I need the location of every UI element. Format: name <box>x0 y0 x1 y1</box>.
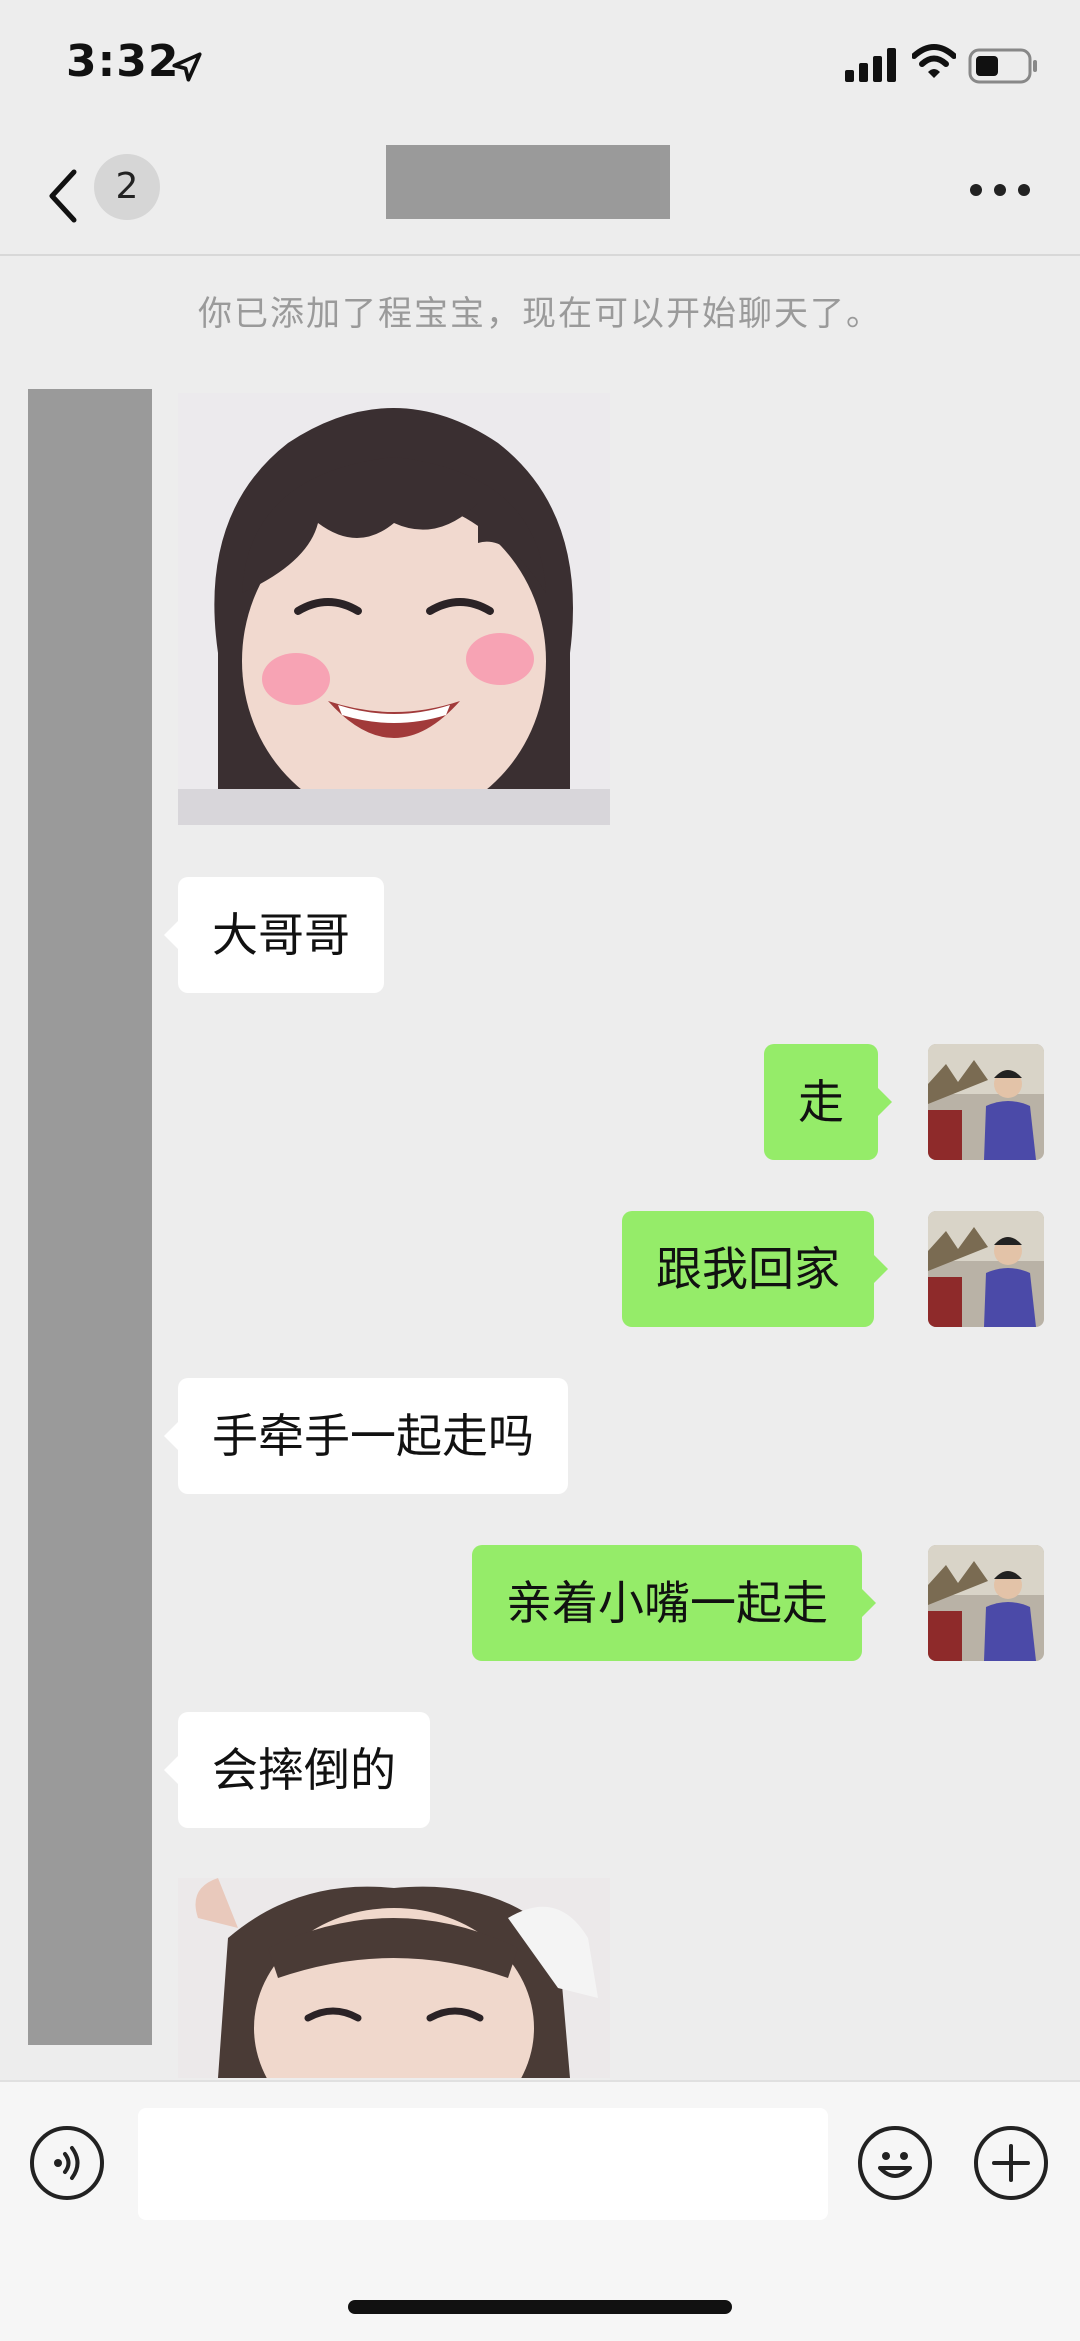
home-indicator[interactable] <box>348 2300 732 2314</box>
message-text: 会摔倒的 <box>212 1743 396 1797</box>
message-text: 亲着小嘴一起走 <box>506 1576 828 1630</box>
message-text: 手牵手一起走吗 <box>212 1409 534 1463</box>
message-text: 大哥哥 <box>212 908 350 962</box>
emoji-button[interactable] <box>858 2126 932 2200</box>
location-arrow-icon <box>172 52 202 82</box>
my-avatar[interactable] <box>928 1044 1044 1160</box>
my-avatar[interactable] <box>928 1545 1044 1661</box>
back-chevron-icon[interactable] <box>40 164 90 228</box>
message-text: 走 <box>798 1075 844 1129</box>
message-text: 跟我回家 <box>656 1242 840 1296</box>
avatar-photo-icon <box>928 1044 1044 1160</box>
incoming-message[interactable]: 手牵手一起走吗 <box>164 1378 568 1494</box>
system-message: 你已添加了程宝宝，现在可以开始聊天了。 <box>198 294 882 334</box>
voice-icon <box>54 2146 80 2180</box>
smiling-child-photo-icon <box>178 393 610 825</box>
more-icon[interactable] <box>970 180 1030 200</box>
plus-icon <box>992 2144 1030 2182</box>
emoji-icon <box>878 2152 912 2178</box>
outgoing-message[interactable]: 走 <box>764 1044 892 1160</box>
my-avatar[interactable] <box>928 1211 1044 1327</box>
unread-badge[interactable]: 2 <box>94 154 160 220</box>
contact-avatar-redacted <box>28 389 152 2045</box>
message-input[interactable] <box>138 2108 828 2220</box>
battery-icon <box>968 48 1037 84</box>
signal-icon <box>845 48 896 82</box>
chat-title-redacted <box>386 145 670 219</box>
incoming-message[interactable]: 大哥哥 <box>164 877 384 993</box>
status-time: 3:32 <box>66 36 180 87</box>
child-photo-icon <box>178 1878 610 2078</box>
wifi-icon <box>912 44 956 78</box>
voice-button[interactable] <box>30 2126 104 2200</box>
incoming-message[interactable]: 会摔倒的 <box>164 1712 430 1828</box>
plus-button[interactable] <box>974 2126 1048 2200</box>
image-message[interactable] <box>178 393 610 825</box>
avatar-photo-icon <box>928 1211 1044 1327</box>
outgoing-message[interactable]: 亲着小嘴一起走 <box>472 1545 876 1661</box>
avatar-photo-icon <box>928 1545 1044 1661</box>
outgoing-message[interactable]: 跟我回家 <box>622 1211 888 1327</box>
status-bar: 3:32 <box>0 0 1080 140</box>
image-message[interactable] <box>178 1878 610 2078</box>
